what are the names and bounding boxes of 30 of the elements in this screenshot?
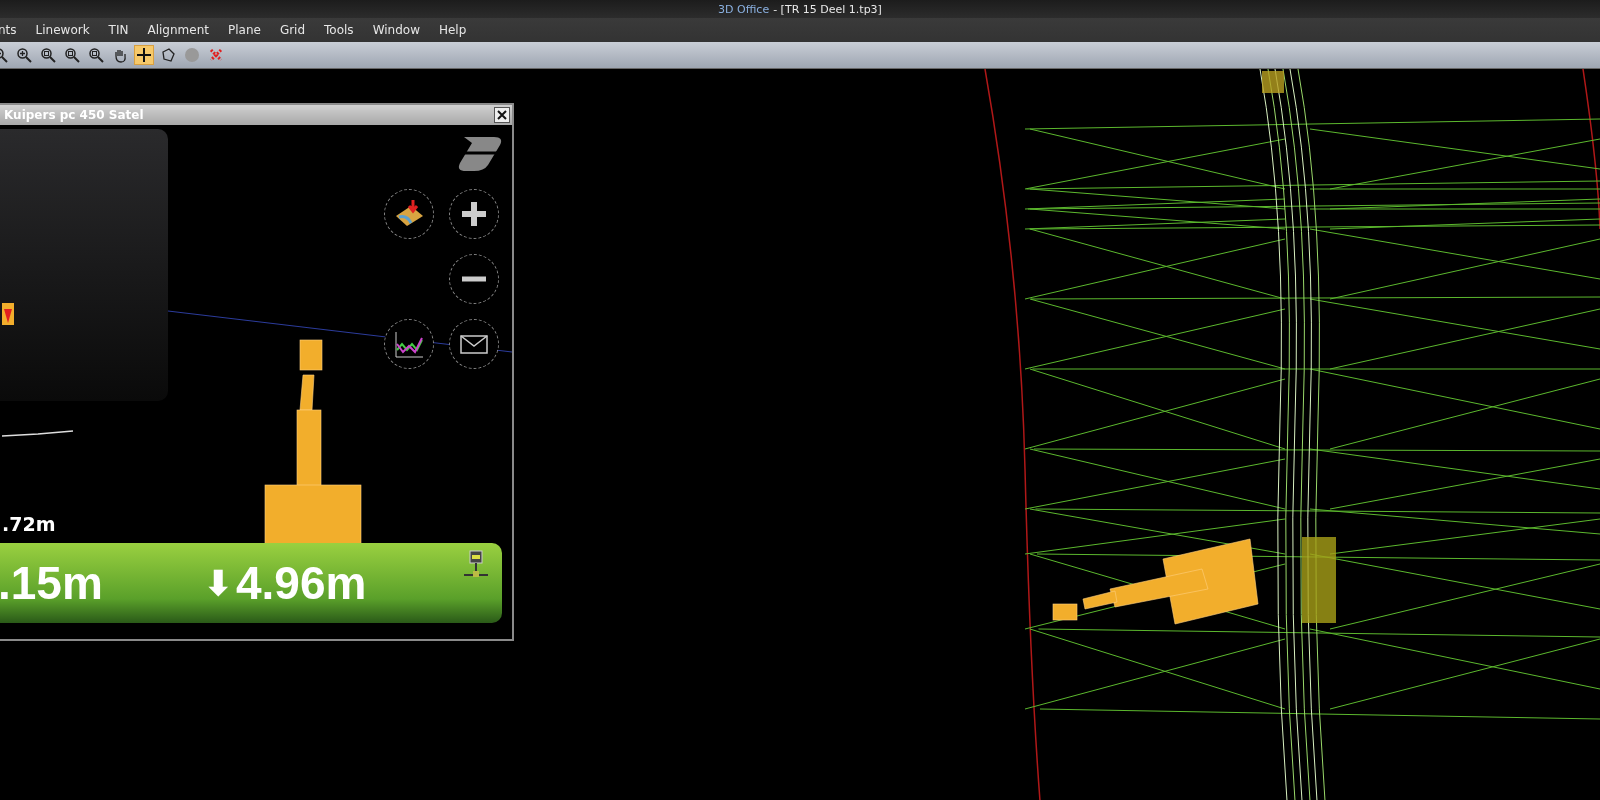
down-arrow-icon: ⬇	[204, 563, 232, 603]
magnifier-icon	[16, 47, 32, 63]
menu-item[interactable]: Linework	[35, 23, 90, 37]
close-icon	[497, 110, 507, 120]
close-button[interactable]	[494, 107, 510, 123]
crosshair-icon	[136, 47, 152, 63]
window-title: 3D Office	[718, 2, 770, 16]
menu-item[interactable]: Help	[438, 23, 467, 37]
menu-item[interactable]: Tools	[324, 23, 354, 37]
magnifier-icon	[64, 47, 80, 63]
distance-reading: 4.96m	[236, 556, 367, 610]
distance-reading: .72m	[2, 513, 56, 535]
distance-reading: .15m	[0, 556, 103, 610]
toolbar-button[interactable]	[86, 45, 106, 65]
machine-marker-icon	[2, 303, 14, 325]
points-icon	[208, 47, 224, 63]
menu-item[interactable]: Alignment	[147, 23, 209, 37]
toolbar-button[interactable]	[14, 45, 34, 65]
menu-item[interactable]: Window	[372, 23, 420, 37]
toolbar-button[interactable]	[38, 45, 58, 65]
toolbar-button[interactable]	[62, 45, 82, 65]
machine-window-title: Kuipers pc 450 Satel	[4, 108, 144, 122]
magnifier-icon	[88, 47, 104, 63]
menu-item[interactable]: Plane	[227, 23, 261, 37]
toolbar-button[interactable]	[134, 45, 154, 65]
polygon-icon	[160, 47, 176, 63]
menu-item[interactable]: Grid	[279, 23, 306, 37]
document-title: - [TR 15 Deel 1.tp3]	[773, 2, 882, 16]
menu-item[interactable]: TIN	[108, 23, 129, 37]
magnifier-icon	[40, 47, 56, 63]
